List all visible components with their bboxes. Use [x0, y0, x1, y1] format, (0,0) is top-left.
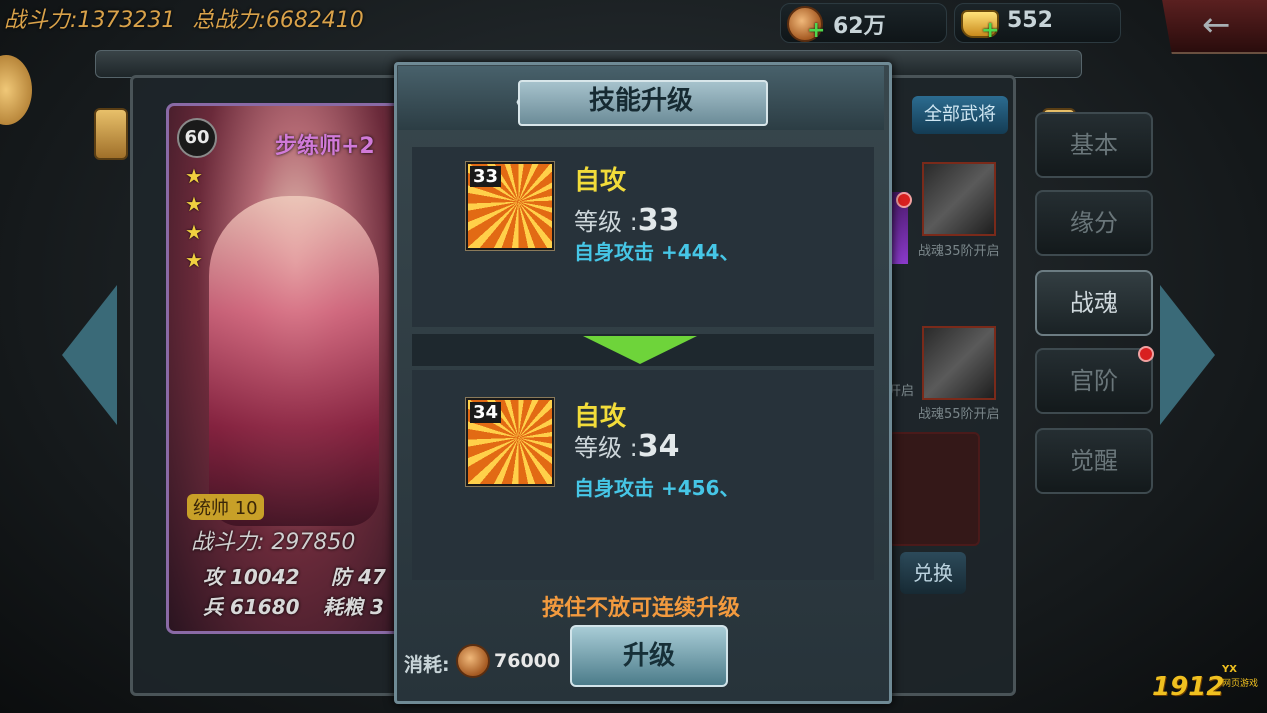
copper-currency[interactable]: + 62万	[780, 3, 947, 43]
next-skill-level: 34	[637, 429, 680, 464]
hero-level-badge: 60	[177, 118, 217, 158]
locked-panel	[888, 432, 980, 546]
hero-defense: 防 47	[331, 565, 386, 589]
down-arrow-icon	[583, 336, 697, 364]
star-icon: ★	[185, 164, 203, 188]
top-stats: 战斗力:1373231 总战力:6682410	[4, 2, 374, 34]
star-icon: ★	[185, 220, 203, 244]
back-arrow-icon: ←	[1202, 5, 1231, 45]
current-skill-effect: 自身攻击 +444、	[574, 240, 740, 264]
current-skill-level-row: 等级 :33	[574, 202, 679, 238]
next-hero-arrow[interactable]	[1160, 285, 1215, 425]
skill-icon-level: 34	[470, 402, 502, 423]
tab-fate[interactable]: 缘分	[1035, 190, 1153, 256]
cost-label: 消耗:	[404, 654, 450, 676]
battle-power: 战斗力:1373231	[4, 8, 176, 33]
hero-troops: 兵 61680	[203, 595, 300, 619]
hero-attack: 攻 10042	[203, 565, 300, 589]
rank-notification-dot	[1138, 346, 1154, 362]
watermark-logo: 1912	[1152, 672, 1225, 702]
total-power: 总战力:6682410	[192, 8, 364, 33]
prev-hero-arrow[interactable]	[62, 285, 117, 425]
attack-skill-icon: 34	[465, 397, 555, 487]
next-skill-effect: 自身攻击 +456、	[574, 476, 740, 500]
hero-power: 战斗力: 297850	[191, 530, 356, 555]
event-icon[interactable]	[0, 55, 32, 125]
all-generals-button[interactable]: 全部武将	[912, 96, 1008, 134]
hold-hint: 按住不放可连续升级	[541, 596, 740, 621]
attack-skill-icon: 33	[465, 161, 555, 251]
soul-slot-55[interactable]	[922, 326, 996, 400]
copper-value: 62万	[833, 14, 886, 39]
star-icon: ★	[185, 192, 203, 216]
soul-slot-55-label: 战魂55阶开启	[918, 407, 1000, 422]
cost-value: 76000	[494, 650, 561, 672]
tab-rank[interactable]: 官阶	[1035, 348, 1153, 414]
tab-basic[interactable]: 基本	[1035, 112, 1153, 178]
command-badge: 统帅 10	[187, 494, 264, 520]
soul-slot-35-label: 战魂35阶开启	[918, 244, 1000, 259]
hero-card[interactable]: 60 步练师+2 ★ ★ ★ ★ 统帅 10 战斗力: 297850 攻 100…	[166, 103, 402, 634]
notification-dot	[896, 192, 912, 208]
next-skill-level-row: 等级 :34	[574, 428, 679, 464]
hero-name: 步练师+2	[275, 134, 375, 159]
tab-war-soul[interactable]: 战魂	[1035, 270, 1153, 336]
dialog-title: 技能升级	[588, 86, 693, 116]
soul-slot-35[interactable]	[922, 162, 996, 236]
level-label: 等级 :	[574, 434, 638, 462]
watermark-sub: 网页游戏	[1222, 679, 1259, 689]
upgrade-button[interactable]: 升级	[570, 625, 728, 687]
gold-value: 552	[1007, 8, 1053, 33]
copper-coin-icon	[456, 644, 490, 678]
exchange-button[interactable]: 兑换	[900, 552, 966, 594]
level-label: 等级 :	[574, 208, 638, 236]
current-skill-level: 33	[637, 203, 680, 238]
watermark-tag: YX	[1222, 664, 1237, 675]
add-copper-icon[interactable]: +	[807, 18, 825, 43]
tab-awaken[interactable]: 觉醒	[1035, 428, 1153, 494]
current-skill-name: 自攻	[574, 166, 627, 196]
back-button[interactable]: ←	[1162, 0, 1267, 54]
hero-food: 耗粮 3	[323, 595, 384, 619]
skill-icon-level: 33	[470, 166, 502, 187]
lantern-left-icon	[94, 108, 128, 160]
hero-portrait	[209, 196, 379, 526]
add-gold-icon[interactable]: +	[981, 18, 999, 43]
star-icon: ★	[185, 248, 203, 272]
gold-currency[interactable]: + 552	[954, 3, 1121, 43]
